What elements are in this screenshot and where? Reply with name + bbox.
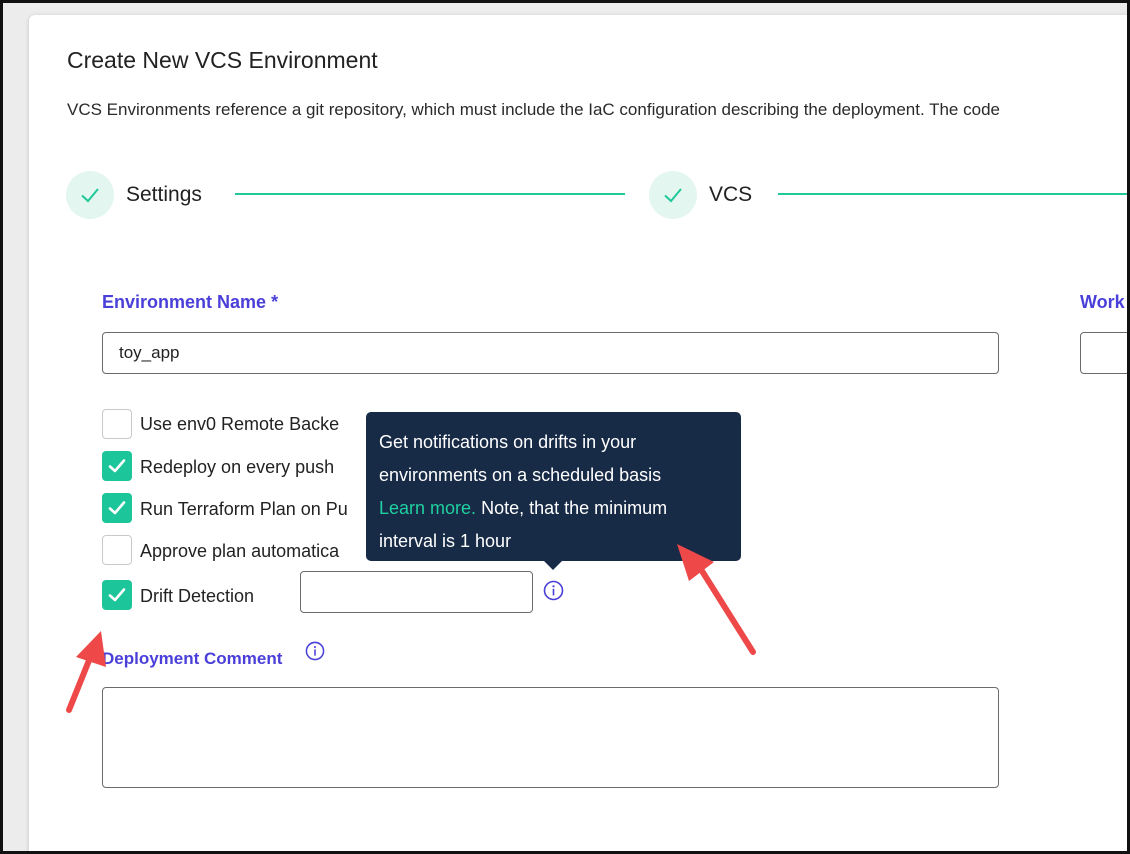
remote-backend-checkbox[interactable]: [102, 409, 132, 439]
tooltip-line-4: interval is 1 hour: [379, 531, 512, 551]
screenshot-frame: Create New VCS Environment VCS Environme…: [0, 0, 1130, 854]
drift-detection-checkbox[interactable]: [102, 580, 132, 610]
redeploy-on-push-label: Redeploy on every push: [140, 457, 335, 477]
deployment-comment-textarea[interactable]: [102, 687, 999, 788]
environment-name-input[interactable]: toy_app: [102, 332, 999, 374]
tooltip-line-1: Get notifications on drifts in your: [379, 432, 637, 452]
environment-name-label: Environment Name *: [102, 292, 278, 313]
page-title: Create New VCS Environment: [67, 47, 378, 73]
page-description: VCS Environments reference a git reposit…: [67, 100, 1000, 119]
tooltip-pointer: [543, 560, 563, 570]
environment-name-value: toy_app: [119, 343, 180, 362]
learn-more-link[interactable]: Learn more.: [379, 498, 476, 518]
drift-detection-tooltip: Get notifications on drifts in your envi…: [366, 412, 741, 561]
step-vcs-indicator: [649, 171, 697, 219]
approve-plan-checkbox[interactable]: [102, 535, 132, 565]
run-plan-on-pr-checkbox[interactable]: [102, 493, 132, 523]
step-settings-indicator: [66, 171, 114, 219]
tooltip-line-2: environments on a scheduled basis: [379, 465, 662, 485]
check-icon: [108, 501, 126, 515]
redeploy-on-push-checkbox[interactable]: [102, 451, 132, 481]
workspace-input[interactable]: [1080, 332, 1127, 374]
remote-backend-label: Use env0 Remote Backe: [140, 414, 340, 434]
check-icon: [81, 188, 99, 203]
check-icon: [664, 188, 682, 203]
drift-interval-input[interactable]: [300, 571, 533, 613]
step-connector: [235, 193, 625, 195]
check-icon: [108, 459, 126, 473]
step-connector: [778, 193, 1127, 195]
tooltip-line-3-text: Note, that the minimum: [476, 498, 668, 518]
run-plan-on-pr-label: Run Terraform Plan on Pu: [140, 499, 348, 519]
environment-name-label-text: Environment Name: [102, 292, 267, 312]
tooltip-line-3: Learn more. Note, that the minimum: [379, 492, 729, 525]
info-circle-icon[interactable]: [305, 641, 325, 661]
step-settings-label: Settings: [126, 183, 202, 206]
check-icon: [108, 588, 126, 602]
drift-detection-label: Drift Detection: [140, 586, 255, 606]
step-vcs-label: VCS: [709, 183, 753, 206]
required-mark: *: [271, 292, 279, 312]
info-circle-icon[interactable]: [543, 580, 564, 601]
approve-plan-label: Approve plan automatica: [140, 541, 340, 561]
workspace-label: Work: [1080, 292, 1125, 312]
deployment-comment-label: Deployment Comment: [102, 649, 283, 668]
